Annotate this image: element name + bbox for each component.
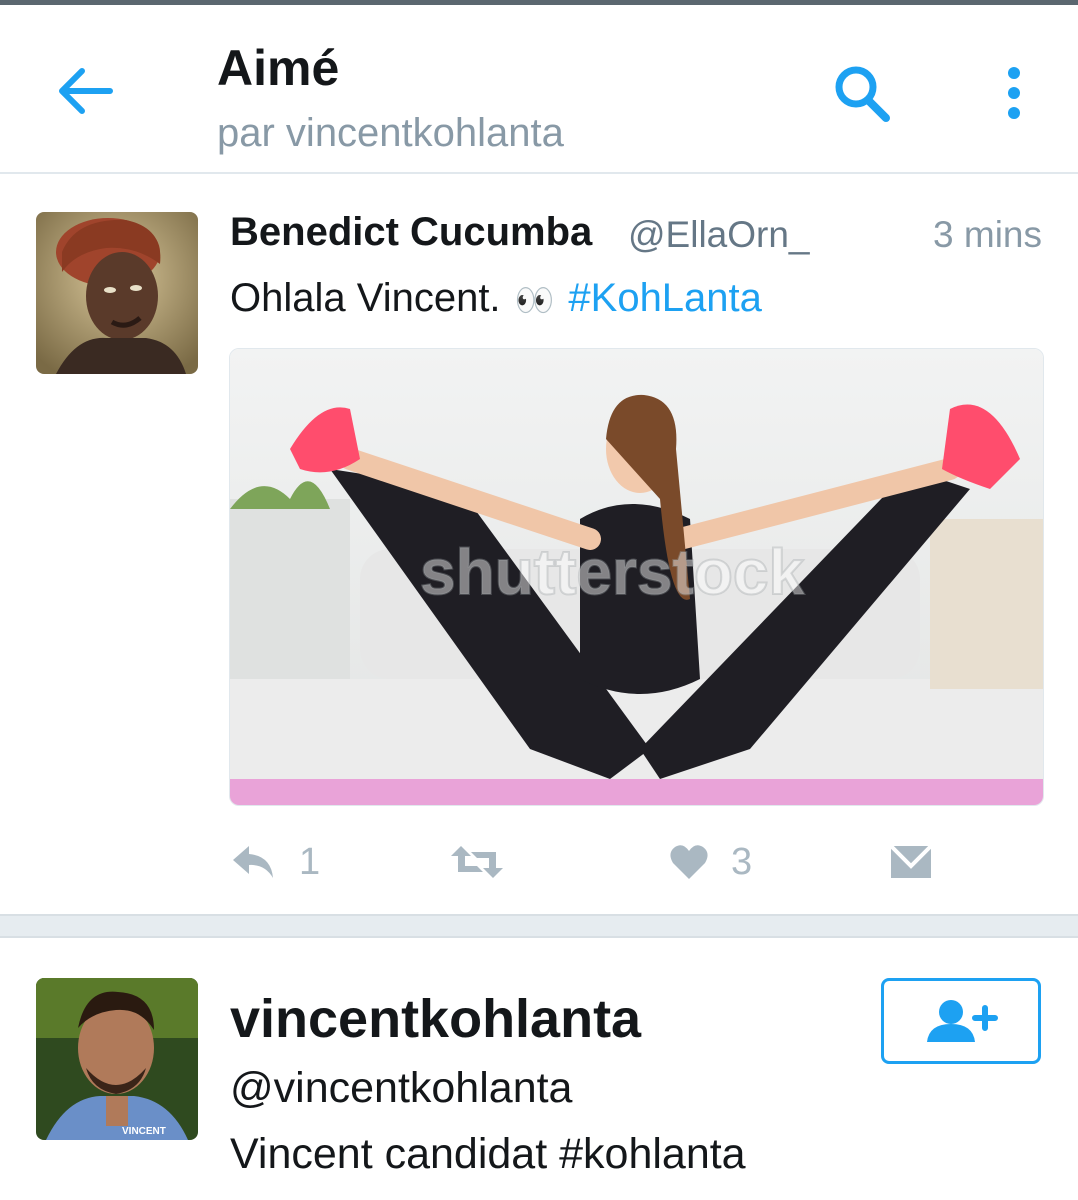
tweet-card[interactable]: Benedict Cucumba @EllaOrn_ 3 mins Ohlala… (0, 174, 1078, 914)
heart-icon (670, 845, 708, 879)
like-count: 3 (731, 840, 753, 883)
avatar[interactable]: VINCENT (36, 978, 198, 1140)
reply-count: 1 (299, 840, 321, 883)
avatar[interactable] (36, 212, 198, 374)
search-icon (835, 66, 890, 122)
tweet-text-main: Ohlala Vincent. (230, 276, 501, 320)
user-card[interactable]: VINCENT vincentkohlanta @vincentkohlanta… (0, 940, 1078, 1200)
user-handle: @vincentkohlanta (230, 1064, 573, 1112)
arrow-left-icon (59, 68, 113, 114)
media-watermark: shutterstock (420, 536, 805, 608)
user-name[interactable]: vincentkohlanta (230, 988, 641, 1050)
tweet-actions: 1 3 (229, 834, 1042, 890)
search-button[interactable] (830, 63, 896, 123)
tweet-author-name[interactable]: Benedict Cucumba (230, 210, 592, 255)
page-subtitle: par vincentkohlanta (217, 111, 564, 155)
reply-icon (233, 846, 273, 878)
more-vertical-icon (1008, 67, 1020, 119)
reply-button[interactable]: 1 (229, 834, 320, 890)
page-title: Aimé (217, 40, 340, 96)
retweet-icon (451, 846, 503, 878)
envelope-icon (889, 844, 933, 878)
eyes-emoji: 👀 (514, 282, 555, 318)
like-button[interactable]: 3 (669, 834, 752, 890)
back-button[interactable] (52, 63, 116, 119)
follow-button[interactable] (881, 978, 1041, 1064)
app-header: Aimé par vincentkohlanta (0, 5, 1078, 174)
tweet-author-handle[interactable]: @EllaOrn_ (628, 214, 810, 256)
avatar-caption: VINCENT (122, 1126, 166, 1137)
retweet-button[interactable] (449, 834, 505, 890)
more-options-button[interactable] (992, 65, 1036, 125)
tweet-text: Ohlala Vincent. 👀 #KohLanta (230, 276, 762, 321)
tweet-media-image[interactable]: shutterstock (229, 348, 1044, 806)
direct-message-button[interactable] (889, 834, 933, 890)
section-divider (0, 914, 1078, 938)
add-user-icon (927, 1000, 998, 1042)
user-bio: Vincent candidat #kohlanta (230, 1130, 746, 1178)
tweet-timestamp: 3 mins (933, 214, 1042, 255)
hashtag-link[interactable]: #KohLanta (568, 276, 762, 320)
